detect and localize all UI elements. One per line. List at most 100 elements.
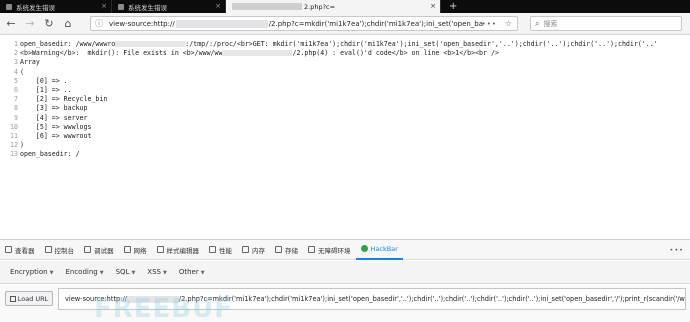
devtools-tab-label: 控制台 — [54, 246, 75, 255]
hackbar-menu-bar: Encryption ▼ Encoding ▼ SQL ▼ XSS ▼ Other ▼ — [0, 261, 690, 284]
devtools-tab-console[interactable]: 控制台 — [40, 240, 80, 260]
line-code: [6] => wwwroot — [20, 131, 92, 140]
redacted-region — [115, 41, 186, 47]
devtools-tab-style-editor[interactable]: 样式编辑器 — [152, 240, 205, 260]
performance-icon — [209, 246, 216, 253]
devtools-tab-label: 网络 — [133, 246, 147, 255]
devtools-tab-label: 查看器 — [15, 246, 35, 255]
devtools-menu-icon[interactable]: ••• — [669, 246, 684, 254]
line-code: [5] => wwwlogs — [20, 122, 92, 131]
hackbar-menu-xss[interactable]: XSS ▼ — [141, 268, 173, 276]
source-line: 10 [5] => wwwlogs — [0, 123, 690, 132]
source-line: 2 <b>Warning</b>: mkdir(): File exists i… — [0, 49, 690, 58]
devtools-tab-network[interactable]: 网络 — [119, 240, 152, 260]
source-line: 1 open_basedir: /www/wwwro:/tmp/:/proc/<… — [0, 40, 690, 49]
line-number: 11 — [10, 131, 18, 140]
redacted-region — [222, 50, 293, 57]
line-number: 12 — [10, 141, 18, 150]
redacted-region — [126, 295, 179, 303]
reload-icon[interactable]: ↻ — [41, 16, 57, 32]
devtools-tab-memory[interactable]: 内存 — [237, 240, 270, 260]
devtools-tab-accessibility[interactable]: 无障碍环境 — [303, 240, 356, 260]
hackbar-icon — [360, 245, 368, 252]
hackbar-panel: Load URL view-source:http:// /2.php?c=mkd… — [0, 285, 690, 322]
memory-icon — [242, 246, 249, 253]
debugger-icon — [84, 246, 91, 253]
back-icon[interactable]: ← — [3, 16, 19, 32]
load-url-button[interactable]: Load URL — [5, 291, 53, 306]
close-tab-icon[interactable]: × — [101, 3, 107, 10]
menu-label: Other — [178, 268, 199, 276]
hackbar-menu-encoding[interactable]: Encoding ▼ — [59, 268, 109, 276]
tab-title: 系统发生错误 — [128, 3, 167, 12]
devtools-tab-label: 内存 — [252, 246, 265, 255]
line-code: <b>Warning</b>: mkdir(): File exists in … — [20, 49, 499, 58]
close-tab-icon[interactable]: × — [430, 3, 436, 10]
browser-tab-strip: 系统发生错误 × 系统发生错误 × 2.php?c= × + — [0, 0, 690, 13]
line-number: 9 — [14, 113, 18, 122]
page-favicon-icon — [118, 3, 124, 10]
address-url-suffix: /2.php?c=mkdir('mi1k7ea');chdir('mi1k7ea… — [268, 19, 484, 28]
chevron-down-icon: ▼ — [162, 270, 167, 276]
hackbar-url-suffix: /2.php?c=mkdir('mi1k7ea');chdir('mi1k7ea… — [178, 295, 686, 303]
devtools-tab-label: 无障碍环境 — [318, 246, 351, 255]
devtools-tab-debugger[interactable]: 调试器 — [79, 240, 119, 260]
source-line: 3 Array — [0, 58, 690, 67]
tab-title: 2.php?c= — [304, 2, 336, 11]
browser-tab[interactable]: 系统发生错误 × — [112, 0, 226, 13]
line-number: 3 — [14, 58, 18, 67]
home-icon[interactable]: ⌂ — [60, 16, 76, 32]
hackbar-url-prefix: view-source:http:// — [65, 295, 127, 303]
page-favicon-icon — [6, 3, 12, 10]
chevron-down-icon: ▼ — [99, 270, 104, 276]
browser-tab-active[interactable]: 2.php?c= × — [226, 0, 441, 13]
devtools-tab-storage[interactable]: 存储 — [270, 240, 303, 260]
source-line: 11 [6] => wwwroot — [0, 132, 690, 141]
new-tab-icon[interactable]: + — [441, 0, 465, 13]
chevron-down-icon: ▼ — [200, 270, 205, 276]
source-line: 6 [1] => .. — [0, 86, 690, 95]
console-icon — [44, 246, 52, 253]
network-icon — [123, 246, 131, 253]
menu-label: Encoding — [65, 268, 98, 276]
source-line: 7 [2] => Recycle_bin — [0, 95, 690, 104]
close-tab-icon[interactable]: × — [215, 3, 221, 10]
search-placeholder: 搜索 — [543, 19, 558, 28]
hackbar-menu-encryption[interactable]: Encryption ▼ — [4, 268, 59, 276]
line-number: 8 — [14, 104, 18, 113]
code-segment: /2.php(4) : eval()'d code</b> on line <b… — [292, 49, 499, 58]
line-number: 10 — [10, 122, 18, 131]
bookmark-star-icon[interactable]: ☆ — [505, 19, 512, 28]
redacted-region — [175, 19, 268, 28]
line-code: [0] => . — [20, 76, 68, 85]
address-bar[interactable]: ⓘ view-source:http:// /2.php?c=mkdir('mi… — [90, 16, 518, 31]
source-line: 12) — [0, 141, 690, 150]
storage-icon — [275, 246, 282, 253]
forward-icon[interactable]: → — [22, 16, 38, 32]
browser-tab[interactable]: 系统发生错误 × — [0, 0, 112, 13]
hackbar-menu-sql[interactable]: SQL ▼ — [110, 268, 142, 276]
source-line: 8 [3] => backup — [0, 104, 690, 113]
line-code: [3] => backup — [20, 104, 88, 113]
chevron-down-icon: ▼ — [131, 270, 136, 276]
inspector-icon — [5, 246, 12, 253]
line-number: 2 — [14, 49, 18, 58]
line-number: 7 — [14, 95, 18, 104]
search-icon: ⌕ — [535, 18, 540, 28]
page-actions-icon[interactable]: ••• — [482, 20, 497, 28]
line-number: 13 — [10, 150, 18, 159]
menu-label: XSS — [147, 268, 161, 276]
redacted-region — [232, 3, 302, 10]
site-info-icon[interactable]: ⓘ — [95, 18, 103, 29]
code-segment: <b>Warning</b>: mkdir(): File exists in … — [20, 49, 223, 58]
devtools-tab-label: HackBar — [370, 244, 398, 253]
line-number: 5 — [14, 76, 18, 85]
hackbar-url-input[interactable]: view-source:http:// /2.php?c=mkdir('mi1k7… — [58, 288, 686, 310]
devtools-tab-hackbar[interactable]: HackBar — [355, 240, 403, 260]
devtools-tab-inspector[interactable]: 查看器 — [0, 240, 40, 260]
devtools-tab-performance[interactable]: 性能 — [204, 240, 237, 260]
hackbar-menu-other[interactable]: Other ▼ — [173, 268, 211, 276]
source-line: 4( — [0, 68, 690, 77]
search-input[interactable]: ⌕ 搜索 — [530, 16, 682, 31]
devtools-tab-bar: 查看器 控制台 调试器 网络 样式编辑器 性能 内存 存储 无障碍环境 Hack… — [0, 239, 690, 260]
